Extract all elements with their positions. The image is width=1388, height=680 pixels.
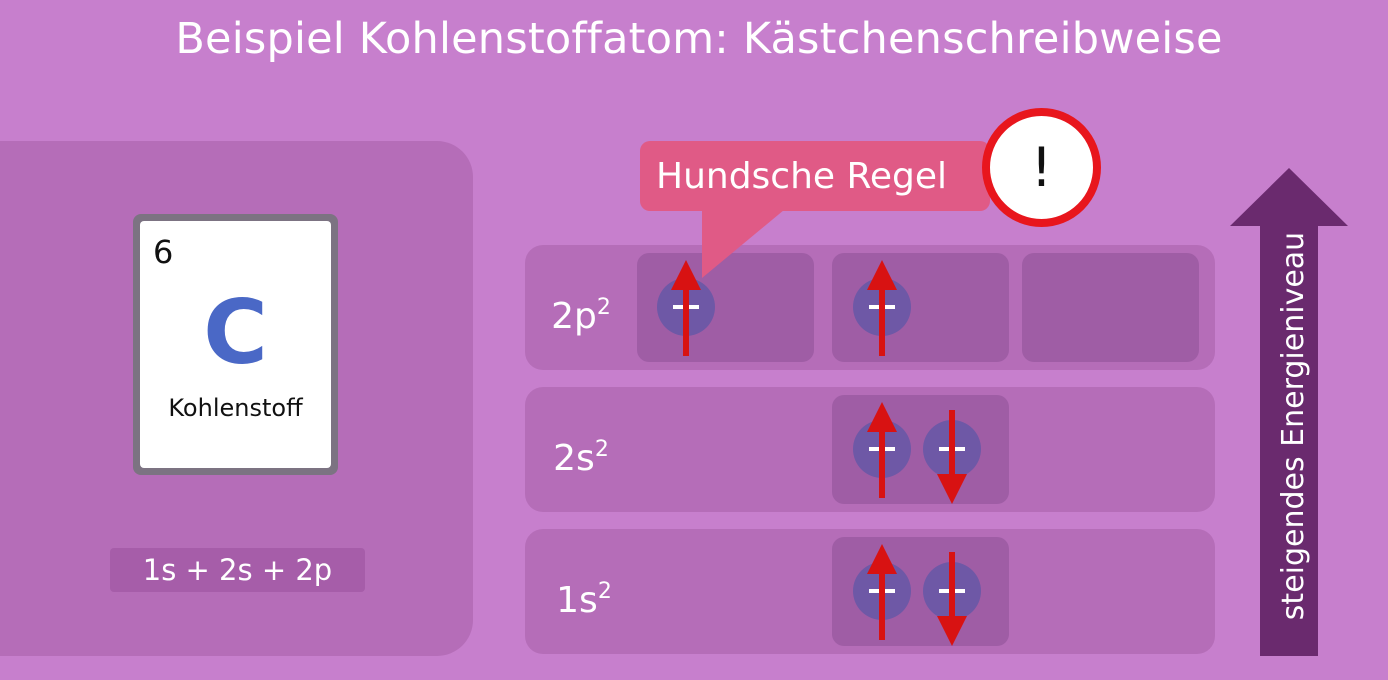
orbital-box-2p-3 (1022, 253, 1199, 362)
electron (923, 552, 981, 646)
orbital-box-1s (832, 537, 1009, 646)
orbital-box-2s (832, 395, 1009, 504)
electron (853, 260, 911, 356)
energy-level-2s: 2s2 (525, 387, 1215, 512)
energy-level-2p: 2p2 (525, 245, 1215, 370)
callout-text: Hundsche Regel (656, 156, 948, 197)
arrow-up-icon (671, 260, 701, 356)
energy-level-1s: 1s2 (525, 529, 1215, 654)
element-name: Kohlenstoff (168, 394, 303, 422)
exclamation-icon: ! (982, 108, 1101, 227)
level-label-1s: 1s2 (556, 579, 612, 621)
electron (853, 402, 911, 498)
electron (657, 260, 715, 356)
arrow-up-icon (867, 260, 897, 356)
energy-axis-label: steigendes Energieniveau (1276, 231, 1311, 621)
level-label-2p: 2p2 (551, 295, 611, 337)
electron (853, 544, 911, 640)
arrow-up-icon (867, 544, 897, 640)
orbital-box-2p-2 (832, 253, 1009, 362)
element-card: 6 C Kohlenstoff (133, 214, 338, 475)
arrow-up-icon (867, 402, 897, 498)
arrow-down-icon (937, 410, 967, 504)
electron (923, 410, 981, 504)
element-card-face: 6 C Kohlenstoff (140, 221, 331, 468)
electron-configuration: 1s + 2s + 2p (110, 548, 365, 592)
orbital-box-2p-1 (637, 253, 814, 362)
page-title: Beispiel Kohlenstoffatom: Kästchenschrei… (175, 14, 1223, 64)
element-symbol: C (203, 281, 268, 384)
arrow-down-icon (937, 552, 967, 646)
level-label-2s: 2s2 (553, 437, 609, 479)
atomic-number: 6 (153, 233, 174, 271)
